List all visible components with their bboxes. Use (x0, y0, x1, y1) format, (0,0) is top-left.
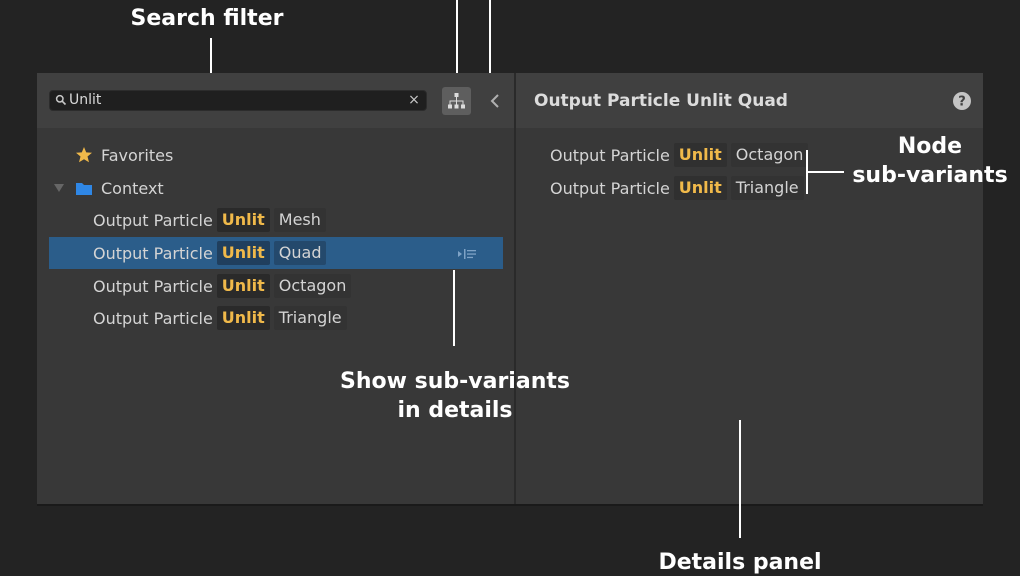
search-results-pane: × (37, 73, 514, 504)
svg-text:?: ? (958, 95, 966, 110)
hierarchy-icon (448, 93, 465, 109)
item-name-prefix: Output Particle (93, 308, 213, 328)
item-name-prefix: Output Particle (550, 145, 670, 165)
item-name-prefix: Output Particle (550, 178, 670, 198)
search-input[interactable] (69, 91, 399, 110)
item-name-prefix: Output Particle (93, 276, 213, 296)
tree-item-output-particle-unlit-octagon[interactable]: Output Particle Unlit Octagon (93, 270, 352, 302)
expand-triangle-icon[interactable] (53, 182, 65, 194)
item-variant-tag: Triangle (273, 306, 347, 330)
tree-item-output-particle-unlit-mesh[interactable]: Output Particle Unlit Mesh (93, 204, 326, 236)
show-subvariants-icon[interactable] (457, 248, 479, 260)
tree-item-output-particle-unlit-triangle[interactable]: Output Particle Unlit Triangle (93, 302, 347, 334)
tree-item-label: Context (101, 178, 164, 198)
annotation-details-panel: Details panel (658, 550, 822, 575)
node-search-window: × (37, 73, 983, 506)
screenshot-stage: Search filter × (0, 0, 1020, 576)
annotation-line-1: Node (897, 134, 963, 159)
annotation-details-panel-line (739, 420, 741, 538)
search-toolbar: × (37, 73, 514, 128)
search-match-highlight: Unlit (216, 274, 270, 298)
details-header: Output Particle Unlit Quad ? (516, 73, 983, 128)
search-icon (55, 94, 67, 106)
item-variant-tag: Quad (273, 241, 327, 265)
tree-item-output-particle-unlit-quad[interactable]: Output Particle Unlit Quad (49, 237, 503, 269)
star-icon (76, 147, 92, 163)
item-variant-tag: Triangle (730, 176, 804, 200)
item-variant-tag: Mesh (273, 208, 326, 232)
item-variant-tag: Octagon (730, 143, 809, 167)
tree-item-label: Favorites (101, 145, 174, 165)
folder-icon (76, 182, 92, 195)
collapse-details-button[interactable] (485, 89, 505, 113)
annotation-line-2: in details (397, 398, 513, 423)
annotation-line-1: Show sub-variants (340, 369, 570, 394)
annotation-line-2: sub-variants (852, 163, 1008, 188)
search-match-highlight: Unlit (673, 176, 727, 200)
item-variant-tag: Octagon (273, 274, 352, 298)
chevron-left-icon (490, 94, 499, 108)
annotation-node-subvariants: Node sub-variants (852, 132, 1008, 190)
tree-item-favorites[interactable]: Favorites (75, 139, 173, 171)
annotation-node-subvariants-tick (808, 171, 844, 173)
search-match-highlight: Unlit (216, 306, 270, 330)
annotation-show-subvariants-line (453, 270, 455, 346)
help-icon[interactable]: ? (952, 91, 972, 111)
item-name-prefix: Output Particle (93, 210, 213, 230)
search-match-highlight: Unlit (216, 208, 270, 232)
search-field[interactable]: × (49, 90, 427, 111)
tree-item-context[interactable]: Context (53, 172, 164, 204)
details-title: Output Particle Unlit Quad (534, 91, 788, 111)
clear-search-icon[interactable]: × (407, 91, 421, 110)
search-match-highlight: Unlit (216, 241, 270, 265)
annotation-search-filter: Search filter (130, 6, 284, 31)
subvariant-item-octagon[interactable]: Output Particle Unlit Octagon (550, 140, 809, 170)
annotation-show-subvariants: Show sub-variants in details (330, 367, 580, 425)
search-match-highlight: Unlit (673, 143, 727, 167)
item-name-prefix: Output Particle (93, 243, 213, 263)
subvariant-item-triangle[interactable]: Output Particle Unlit Triangle (550, 173, 804, 203)
hierarchy-toggle-button[interactable] (442, 87, 471, 115)
